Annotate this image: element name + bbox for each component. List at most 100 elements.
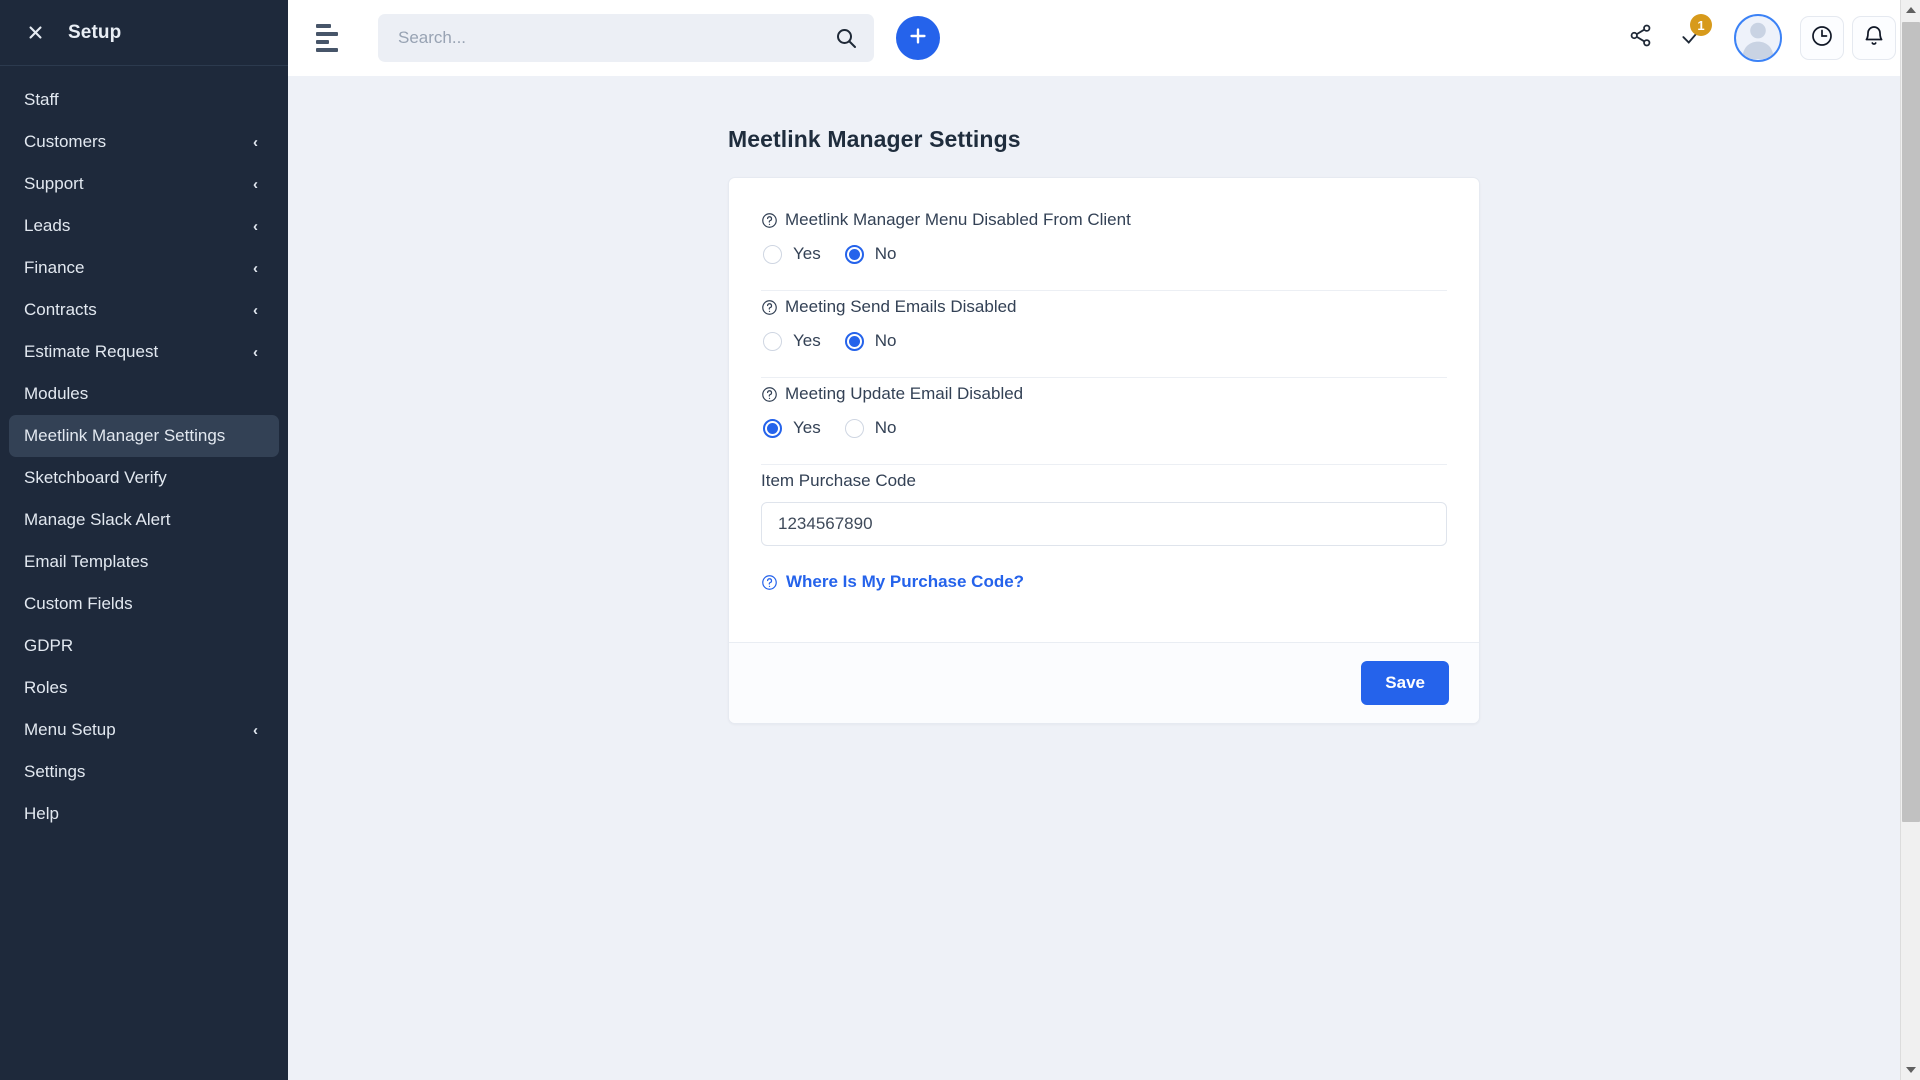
purchase-code-input[interactable] (761, 502, 1447, 546)
sidebar-item-label: Help (24, 804, 59, 823)
scroll-up-arrow-icon[interactable] (1901, 0, 1920, 20)
radio-group: Yes No (761, 418, 1447, 438)
purchase-code-help-link[interactable]: Where Is My Purchase Code? (761, 572, 1447, 592)
avatar[interactable] (1734, 14, 1782, 62)
chevron-left-icon[interactable]: ‹ (253, 345, 258, 360)
search-icon[interactable] (834, 26, 858, 50)
content-area: Meetlink Manager Settings Meetlink Manag… (288, 76, 1920, 1080)
purchase-code-label: Item Purchase Code (761, 471, 916, 490)
chevron-left-icon[interactable]: ‹ (253, 261, 258, 276)
timer-button[interactable] (1800, 16, 1844, 60)
card-footer: Save (729, 642, 1479, 723)
chevron-left-icon[interactable]: ‹ (253, 135, 258, 150)
radio-label: Yes (793, 244, 821, 263)
notifications-button[interactable] (1852, 16, 1896, 60)
question-mark-icon (762, 574, 777, 590)
sidebar-item-modules[interactable]: Modules (9, 373, 279, 415)
radio-group: Yes No (761, 244, 1447, 264)
sidebar-item-email-templates[interactable]: Email Templates (9, 541, 279, 583)
radio-option-yes[interactable]: Yes (763, 331, 821, 351)
save-button[interactable]: Save (1361, 661, 1449, 705)
search-container[interactable] (378, 14, 874, 62)
radio-label: Yes (793, 418, 821, 437)
scrollbar-thumb[interactable] (1902, 22, 1920, 822)
vertical-scrollbar[interactable] (1900, 0, 1920, 1080)
chevron-left-icon[interactable]: ‹ (253, 723, 258, 738)
sidebar-item-label: Sketchboard Verify (24, 468, 167, 487)
sidebar-item-label: Support (24, 174, 84, 193)
radio-button[interactable] (844, 244, 864, 264)
sidebar-item-sketchboard-verify[interactable]: Sketchboard Verify (9, 457, 279, 499)
tasks-badge: 1 (1690, 14, 1712, 36)
top-navbar: 1 (288, 0, 1920, 76)
sidebar-item-staff[interactable]: Staff (9, 79, 279, 121)
question-mark-icon[interactable] (761, 386, 778, 403)
sidebar-item-contracts[interactable]: Contracts ‹ (9, 289, 279, 331)
share-button[interactable] (1614, 12, 1666, 64)
sidebar-item-label: Custom Fields (24, 594, 133, 613)
setting-label: Meeting Send Emails Disabled (785, 297, 1017, 316)
sidebar-item-menu-setup[interactable]: Menu Setup ‹ (9, 709, 279, 751)
sidebar-item-settings[interactable]: Settings (9, 751, 279, 793)
sidebar-item-leads[interactable]: Leads ‹ (9, 205, 279, 247)
radio-button[interactable] (844, 331, 864, 351)
radio-label: No (874, 331, 897, 350)
setting-group: Meetlink Manager Menu Disabled From Clie… (761, 204, 1447, 291)
sidebar-item-label: Finance (24, 258, 85, 277)
radio-option-no[interactable]: No (844, 418, 896, 438)
sidebar-header: Setup (0, 0, 288, 66)
page-title: Meetlink Manager Settings (728, 126, 1021, 152)
setting-label-row: Meetlink Manager Menu Disabled From Clie… (761, 210, 1447, 230)
radio-option-yes[interactable]: Yes (763, 244, 821, 264)
sidebar-item-label: Contracts (24, 300, 97, 319)
sidebar-item-estimate-request[interactable]: Estimate Request ‹ (9, 331, 279, 373)
sidebar-item-gdpr[interactable]: GDPR (9, 625, 279, 667)
settings-card: Meetlink Manager Menu Disabled From Clie… (728, 177, 1480, 724)
radio-button[interactable] (763, 331, 782, 351)
topbar-actions: 1 (1614, 12, 1896, 64)
sidebar-item-help[interactable]: Help (9, 793, 279, 835)
close-icon[interactable] (24, 22, 46, 44)
sidebar-item-finance[interactable]: Finance ‹ (9, 247, 279, 289)
sidebar-item-meetlink-manager-settings[interactable]: Meetlink Manager Settings (9, 415, 279, 457)
radio-button[interactable] (763, 244, 782, 264)
sidebar-item-label: Settings (24, 762, 86, 781)
scroll-down-arrow-icon[interactable] (1901, 1060, 1920, 1080)
sidebar-item-support[interactable]: Support ‹ (9, 163, 279, 205)
user-avatar-icon (1742, 22, 1774, 59)
question-mark-icon[interactable] (761, 299, 778, 316)
setting-group: Meeting Send Emails Disabled Yes No (761, 291, 1447, 378)
share-icon (1628, 23, 1653, 53)
radio-option-yes[interactable]: Yes (763, 418, 821, 438)
radio-label: No (874, 244, 897, 263)
sidebar-item-customers[interactable]: Customers ‹ (9, 121, 279, 163)
tasks-button[interactable]: 1 (1666, 12, 1718, 64)
sidebar-item-label: Estimate Request (24, 342, 159, 361)
chevron-left-icon[interactable]: ‹ (253, 177, 258, 192)
radio-button[interactable] (844, 418, 864, 438)
sidebar-item-roles[interactable]: Roles (9, 667, 279, 709)
purchase-code-group: Item Purchase Code Where Is My Purchase C… (761, 465, 1447, 632)
plus-icon (907, 25, 929, 52)
sidebar-item-label: Roles (24, 678, 68, 697)
settings-form: Meetlink Manager Menu Disabled From Clie… (729, 178, 1479, 642)
sidebar-item-label: Menu Setup (24, 720, 116, 739)
sidebar-item-manage-slack-alert[interactable]: Manage Slack Alert (9, 499, 279, 541)
add-new-button[interactable] (896, 16, 940, 60)
sidebar-item-label: Meetlink Manager Settings (24, 426, 226, 445)
setting-label-row: Meeting Send Emails Disabled (761, 297, 1447, 317)
radio-button[interactable] (763, 418, 782, 438)
radio-option-no[interactable]: No (844, 244, 897, 264)
chevron-left-icon[interactable]: ‹ (253, 303, 258, 318)
setting-label-row: Meeting Update Email Disabled (761, 384, 1447, 404)
chevron-left-icon[interactable]: ‹ (253, 219, 258, 234)
question-mark-icon[interactable] (761, 212, 778, 229)
search-input[interactable] (398, 28, 834, 48)
radio-label: Yes (793, 331, 821, 350)
sidebar-item-label: Customers (24, 132, 107, 151)
radio-option-no[interactable]: No (844, 331, 897, 351)
hamburger-icon[interactable] (316, 21, 350, 55)
sidebar-item-custom-fields[interactable]: Custom Fields (9, 583, 279, 625)
purchase-code-help-text: Where Is My Purchase Code? (786, 572, 1025, 591)
setting-label: Meeting Update Email Disabled (785, 384, 1024, 403)
